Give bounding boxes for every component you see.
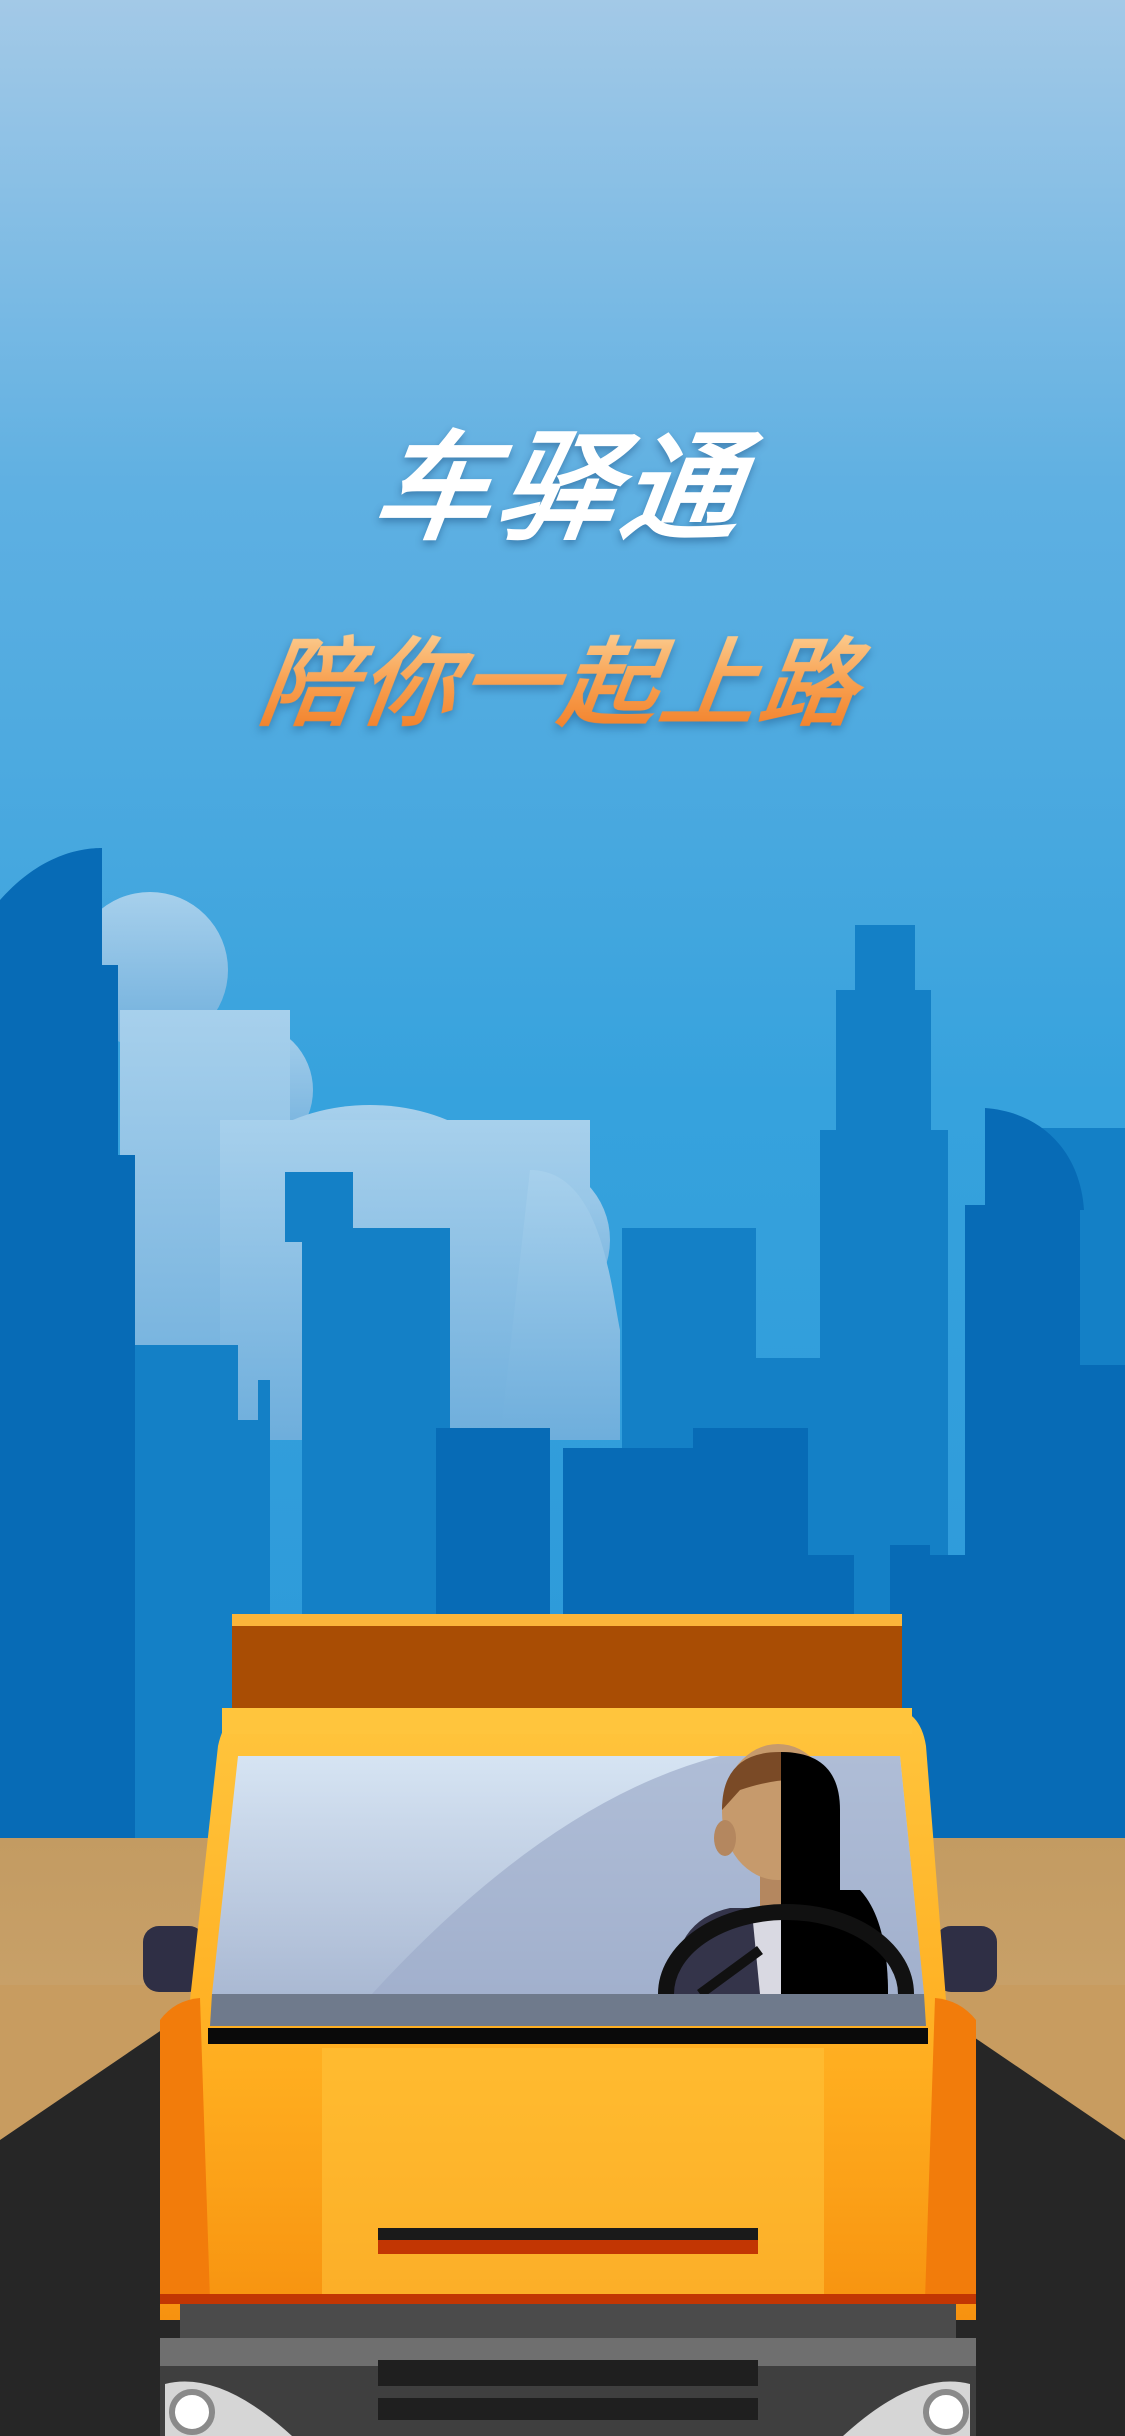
- splash-illustration: [0, 848, 1125, 2436]
- truck: [143, 1614, 997, 2436]
- slogan: 陪你一起上路: [0, 606, 1125, 745]
- splash-screen: 车驿通 陪你一起上路: [0, 0, 1125, 2436]
- app-title: 车驿通: [365, 419, 757, 557]
